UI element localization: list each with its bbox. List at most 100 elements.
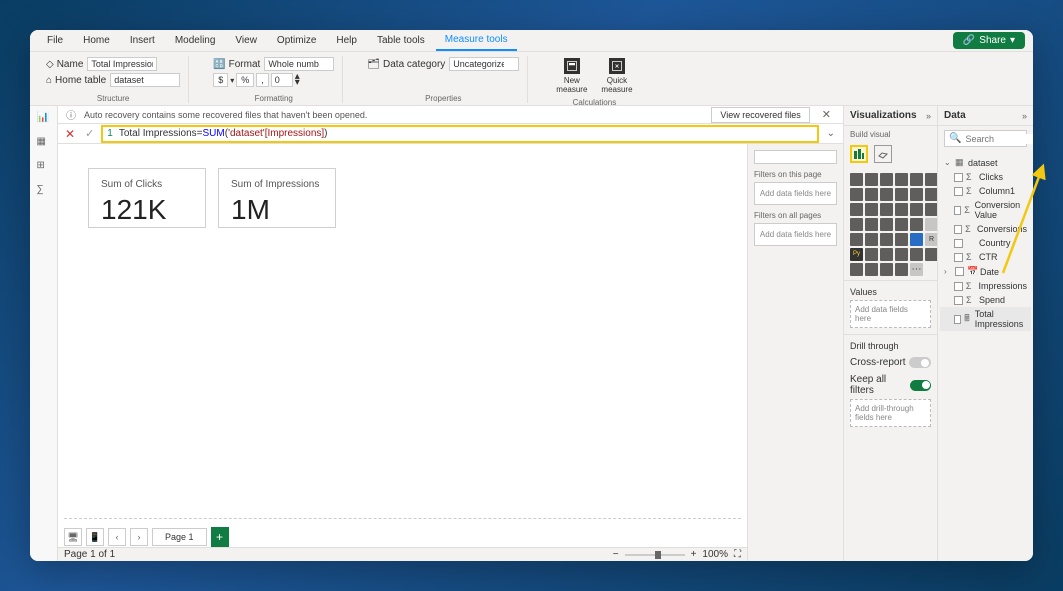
formula-commit-icon[interactable]: ✓ [82,127,97,140]
add-page-button[interactable]: + [211,527,229,547]
get-more-visuals-icon[interactable]: ⋯ [910,263,923,276]
tab-view[interactable]: View [226,31,266,50]
report-canvas[interactable]: Sum of Clicks 121K Sum of Impressions 1M… [58,144,747,561]
tab-table-tools[interactable]: Table tools [368,31,434,50]
card-icon[interactable] [910,218,923,231]
qa-visual-icon[interactable] [895,248,908,261]
python-visual-icon[interactable]: Py [850,248,863,261]
field-search-box[interactable]: 🔍 [944,130,1027,147]
filled-map-icon[interactable] [865,218,878,231]
formula-expand-icon[interactable]: ⌄ [823,128,839,139]
field-checkbox[interactable] [954,296,963,305]
new-measure-button[interactable]: New measure [552,56,591,96]
home-table-select[interactable]: dataset [110,73,180,87]
line-clustered-column-icon[interactable] [910,188,923,201]
card-visual-impressions[interactable]: Sum of Impressions 1M [218,168,336,228]
visual-filter-shortcut[interactable] [754,150,837,164]
zoom-slider[interactable] [625,554,685,556]
decomposition-tree-icon[interactable] [880,248,893,261]
pie-icon[interactable] [895,203,908,216]
table-view-icon[interactable]: ▦ [37,136,51,150]
azure-map-icon[interactable] [880,218,893,231]
fit-to-page-icon[interactable]: ⛶ [734,549,741,560]
waterfall-icon[interactable] [850,203,863,216]
field-checkbox[interactable] [954,315,961,324]
decimals-input[interactable] [271,73,293,87]
field-checkbox[interactable] [954,173,963,182]
field-checkbox[interactable] [954,239,963,248]
kpi-icon[interactable] [850,233,863,246]
cross-report-toggle[interactable] [909,357,931,368]
search-input[interactable] [965,134,1033,144]
tab-help[interactable]: Help [327,31,366,50]
format-visual-tab-icon[interactable] [874,145,892,163]
model-view-icon[interactable]: ⊞ [37,160,51,174]
power-apps-icon[interactable] [850,263,863,276]
field-checkbox[interactable] [954,253,963,262]
table-icon[interactable] [880,233,893,246]
field-conversions[interactable]: ΣConversions [940,222,1031,236]
zoom-in-icon[interactable]: + [691,549,697,560]
field-country[interactable]: Country [940,236,1031,250]
zoom-out-icon[interactable]: − [613,549,619,560]
tab-home[interactable]: Home [74,31,119,50]
page-tab-1[interactable]: Page 1 [152,528,207,546]
field-impressions[interactable]: ΣImpressions [940,279,1031,293]
funnel-icon[interactable] [865,203,878,216]
formula-cancel-icon[interactable]: ✕ [62,127,78,141]
map-icon[interactable] [850,218,863,231]
custom-visual-icon[interactable] [895,263,908,276]
scatter-icon[interactable] [880,203,893,216]
field-checkbox[interactable] [955,267,964,276]
line-stacked-column-icon[interactable] [895,188,908,201]
collapse-visualizations-icon[interactable]: » [926,111,931,121]
report-view-icon[interactable]: 📊 [37,112,51,126]
tab-measure-tools[interactable]: Measure tools [436,30,517,51]
dax-formula-bar[interactable]: 1 Total Impressions = SUM ( 'dataset' [I… [101,125,818,143]
power-automate-icon[interactable] [865,263,878,276]
drill-through-field-well[interactable]: Add drill-through fields here [850,399,931,427]
smart-narrative-icon[interactable] [910,248,923,261]
field-checkbox[interactable] [954,282,963,291]
mobile-layout-icon[interactable]: 📱 [86,528,104,546]
100-stacked-bar-icon[interactable] [910,173,923,186]
key-influencers-icon[interactable] [865,248,878,261]
share-button[interactable]: 🔗 Share ▾ [953,32,1025,49]
slicer-icon[interactable] [865,233,878,246]
format-select[interactable]: Whole number [264,57,334,71]
donut-icon[interactable] [910,203,923,216]
clustered-bar-icon[interactable] [880,173,893,186]
collapse-data-icon[interactable]: » [1022,111,1027,121]
stacked-column-icon[interactable] [865,173,878,186]
measure-name-input[interactable] [87,57,157,71]
field-checkbox[interactable] [954,187,963,196]
field-checkbox[interactable] [954,225,962,234]
field-date[interactable]: ›📅Date [940,264,1031,279]
field-column1[interactable]: ΣColumn1 [940,184,1031,198]
values-field-well[interactable]: Add data fields here [850,300,931,328]
tab-modeling[interactable]: Modeling [166,31,225,50]
clustered-column-icon[interactable] [895,173,908,186]
quick-measure-button[interactable]: Quick measure [597,56,636,96]
filters-on-all-well[interactable]: Add data fields here [754,223,837,246]
stacked-bar-icon[interactable] [850,173,863,186]
currency-button[interactable]: $ [213,73,228,87]
field-clicks[interactable]: ΣClicks [940,170,1031,184]
field-total-impressions[interactable]: 🖩Total Impressions [940,307,1031,331]
desktop-layout-icon[interactable]: 🖥 [64,528,82,546]
keep-filters-toggle[interactable] [910,380,931,391]
table-node-dataset[interactable]: ⌄ ▦ dataset [940,155,1031,170]
data-category-select[interactable]: Uncategorized [449,57,519,71]
page-next-icon[interactable]: › [130,528,148,546]
build-visual-tab-icon[interactable] [850,145,868,163]
close-recovery-icon[interactable]: ✕ [818,108,835,121]
r-visual-icon[interactable] [910,233,923,246]
field-conversion-value[interactable]: ΣConversion Value [940,198,1031,222]
page-prev-icon[interactable]: ‹ [108,528,126,546]
line-chart-icon[interactable] [850,188,863,201]
dax-view-icon[interactable]: ∑ [37,184,51,198]
tab-optimize[interactable]: Optimize [268,31,325,50]
tab-file[interactable]: File [38,31,72,50]
percent-button[interactable]: % [236,73,254,87]
tab-insert[interactable]: Insert [121,31,164,50]
